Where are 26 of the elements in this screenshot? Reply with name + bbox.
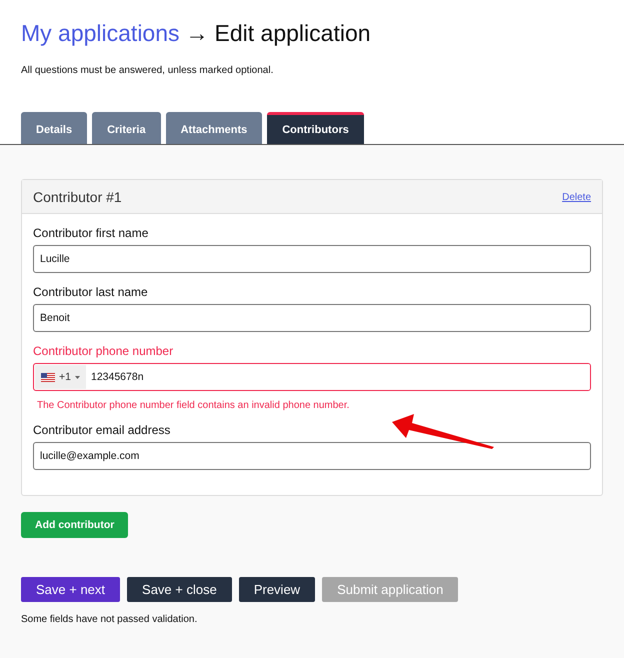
tab[interactable]: Attachments: [166, 112, 262, 144]
validation-message: Some fields have not passed validation.: [21, 614, 198, 625]
delete-link[interactable]: Delete: [562, 192, 591, 202]
input-field[interactable]: lucille@example.com: [33, 442, 591, 470]
field-label: Contributor phone number: [33, 344, 174, 358]
flag-icon: [41, 372, 55, 382]
phone-field[interactable]: +1 12345678n: [33, 363, 591, 391]
caret-icon: [74, 376, 80, 378]
action-button[interactable]: Preview: [238, 577, 316, 602]
tab[interactable]: Contributors: [267, 112, 364, 144]
intro-text: All questions must be answered, unless marked optional.: [21, 65, 274, 76]
breadcrumb-separator: →: [186, 20, 209, 47]
action-button[interactable]: Save + next: [21, 577, 120, 602]
error-message: The Contributor phone number field contains an invalid phone number.: [36, 399, 350, 411]
card-title: Contributor #1: [33, 189, 122, 205]
country-select[interactable]: +1: [35, 365, 86, 389]
field-label: Contributor last name: [33, 285, 149, 299]
page-title: Edit application: [214, 20, 371, 47]
input-field[interactable]: Benoit: [33, 304, 591, 332]
input-field[interactable]: Lucille: [33, 245, 591, 273]
tab[interactable]: Criteria: [92, 112, 161, 144]
field-label: Contributor first name: [33, 226, 150, 240]
breadcrumb-link[interactable]: My applications: [21, 20, 180, 47]
action-button[interactable]: Save + close: [127, 577, 232, 602]
tab[interactable]: Details: [21, 112, 88, 144]
field-label: Contributor email address: [33, 423, 172, 437]
